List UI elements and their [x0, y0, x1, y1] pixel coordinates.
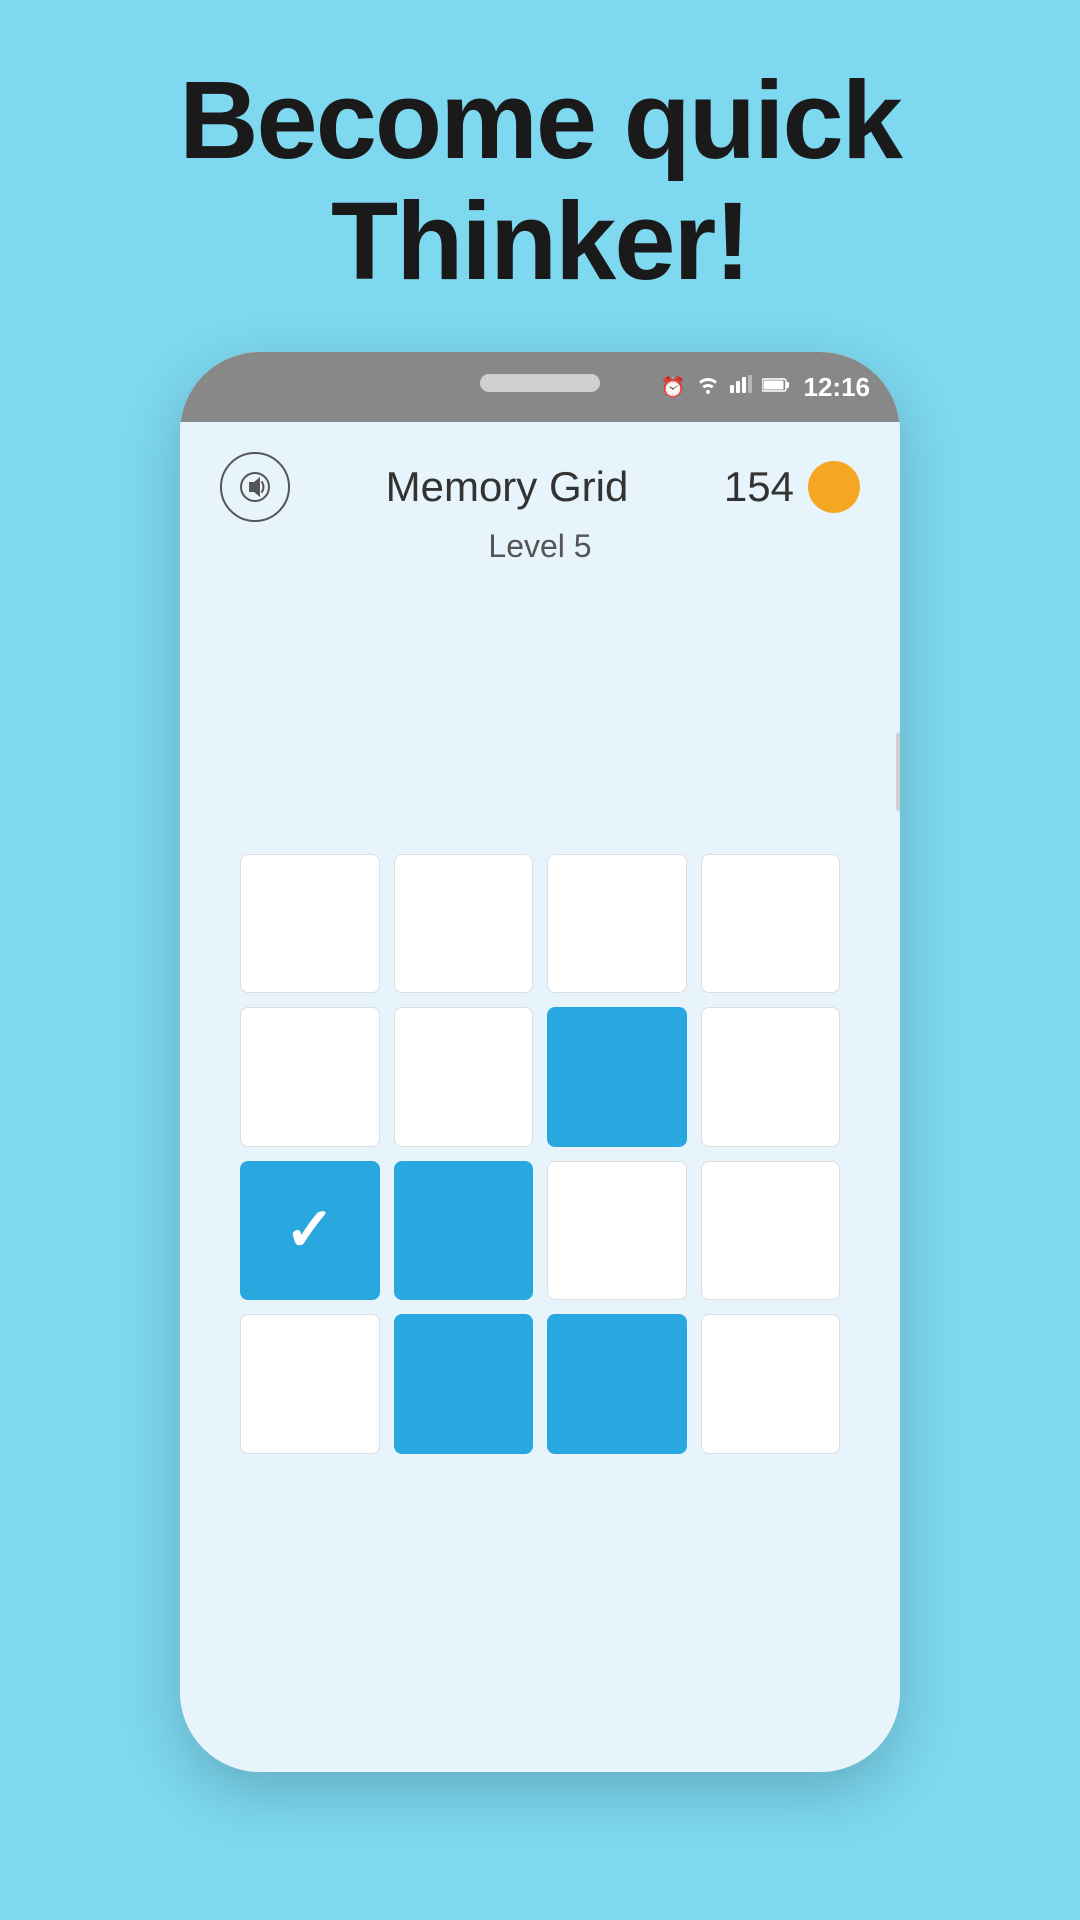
game-grid: ✓ [240, 854, 840, 1454]
promo-title-line2: Thinker! [179, 181, 901, 302]
battery-icon [762, 376, 790, 399]
app-header: Memory Grid 154 Level 5 [180, 422, 900, 575]
grid-cell[interactable] [394, 1314, 534, 1454]
grid-cell[interactable] [547, 854, 687, 994]
header-row: Memory Grid 154 [220, 452, 860, 522]
signal-icon [730, 375, 752, 399]
grid-cell[interactable] [394, 1161, 534, 1301]
status-time: 12:16 [804, 372, 871, 403]
score-value: 154 [724, 463, 794, 511]
phone-speaker [480, 374, 600, 392]
grid-cell[interactable] [701, 1314, 841, 1454]
grid-cell[interactable] [701, 1161, 841, 1301]
alarm-icon: ⏰ [661, 375, 686, 400]
grid-cell[interactable] [547, 1007, 687, 1147]
grid-cell[interactable] [394, 854, 534, 994]
wifi-icon [696, 374, 720, 400]
sound-button[interactable] [220, 452, 290, 522]
checkmark-icon: ✓ [285, 1200, 335, 1260]
promo-title: Become quick Thinker! [179, 60, 901, 302]
grid-cell[interactable] [394, 1007, 534, 1147]
phone-frame: ⏰ [180, 352, 900, 1772]
grid-cell[interactable] [547, 1314, 687, 1454]
grid-container: ✓ [180, 575, 900, 1772]
grid-cell[interactable] [701, 854, 841, 994]
grid-cell[interactable] [701, 1007, 841, 1147]
grid-cell[interactable] [240, 1007, 380, 1147]
sound-icon [237, 469, 273, 505]
app-title: Memory Grid [386, 463, 629, 511]
grid-cell[interactable] [240, 854, 380, 994]
status-icons: ⏰ [661, 374, 790, 400]
grid-cell[interactable]: ✓ [240, 1161, 380, 1301]
grid-cell[interactable] [240, 1314, 380, 1454]
phone-side-button [896, 732, 900, 812]
app-content: Memory Grid 154 Level 5 ✓ [180, 422, 900, 1772]
score-area: 154 [724, 461, 860, 513]
level-label: Level 5 [488, 528, 591, 565]
promo-title-line1: Become quick [179, 60, 901, 181]
grid-cell[interactable] [547, 1161, 687, 1301]
score-coin [808, 461, 860, 513]
